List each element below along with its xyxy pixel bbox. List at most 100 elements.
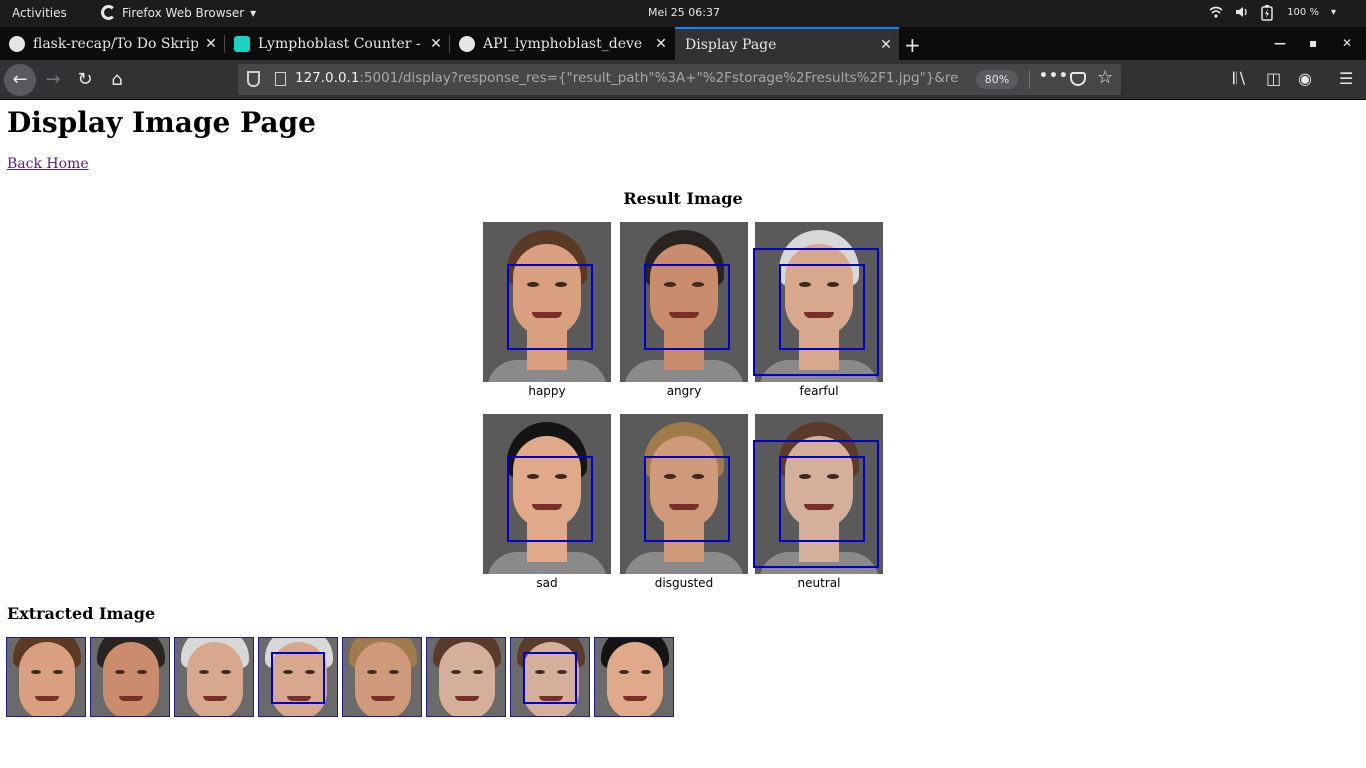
chevron-down-icon: ▾: [1330, 6, 1336, 18]
eye: [641, 670, 651, 674]
system-tray[interactable]: 100 % ▾: [1209, 5, 1336, 21]
face: [187, 642, 243, 716]
page-actions-menu-icon[interactable]: •••: [1039, 68, 1069, 84]
mouth: [35, 696, 59, 701]
reload-button[interactable]: ↻: [69, 64, 101, 96]
result-image-heading: Result Image: [623, 189, 743, 208]
eye: [367, 670, 377, 674]
extracted-face-fearful: [258, 637, 338, 717]
tab-display-page[interactable]: Display Page ✕: [675, 27, 899, 60]
face-bounding-box: [271, 652, 325, 704]
battery-icon: [1261, 5, 1275, 21]
zoom-indicator[interactable]: 80%: [976, 70, 1018, 89]
close-window-button[interactable]: ✕: [1342, 36, 1352, 50]
urlbar-divider: [1029, 70, 1030, 89]
close-tab-icon[interactable]: ✕: [198, 36, 224, 52]
face: [103, 642, 159, 716]
tracking-protection-icon[interactable]: [247, 71, 260, 87]
face-bounding-box: [644, 264, 730, 350]
mouth: [455, 696, 479, 701]
library-icon[interactable]: 𝄃∖: [1233, 69, 1247, 89]
chevron-down-icon: ▾: [250, 5, 257, 20]
activities-button[interactable]: Activities: [12, 6, 67, 20]
minimize-button[interactable]: —: [1274, 36, 1286, 50]
bookmark-star-icon[interactable]: ☆: [1097, 67, 1113, 88]
face: [19, 642, 75, 716]
face: [355, 642, 411, 716]
face-bounding-box: [753, 248, 879, 376]
eye: [619, 670, 629, 674]
eye: [389, 670, 399, 674]
eye: [31, 670, 41, 674]
eye: [221, 670, 231, 674]
eye: [53, 670, 63, 674]
hamburger-menu-icon[interactable]: ☰: [1339, 69, 1353, 88]
tab-lymphoblast-counter[interactable]: Lymphoblast Counter - ✕: [225, 27, 449, 60]
url-path: :5001/display?response_res={"result_path…: [359, 70, 959, 86]
mouth: [203, 696, 227, 701]
clock[interactable]: Mei 25 06:37: [648, 6, 720, 19]
emotion-label: fearful: [799, 384, 839, 398]
forward-button[interactable]: →: [37, 64, 69, 96]
tab-title: flask-recap/To Do Skrip: [33, 35, 198, 52]
extracted-face-fearful: [174, 637, 254, 717]
navigation-toolbar: ← → ↻ ⌂ 127.0.0.1:5001/display?response_…: [0, 60, 1366, 100]
extracted-faces-strip: [6, 637, 674, 717]
github-icon: [9, 35, 25, 52]
app-menu-label: Firefox Web Browser: [122, 5, 245, 20]
url-text[interactable]: 127.0.0.1:5001/display?response_res={"re…: [295, 70, 967, 86]
page-title: Display Image Page: [7, 106, 316, 139]
face-bounding-box: [753, 440, 879, 568]
face-bounding-box: [644, 456, 730, 542]
face: [439, 642, 495, 716]
maximize-button[interactable]: ▪: [1309, 36, 1317, 50]
github-icon: [459, 35, 475, 52]
face-bounding-box: [507, 264, 593, 350]
account-icon[interactable]: ◉: [1298, 69, 1312, 88]
tab-strip: flask-recap/To Do Skrip ✕ Lymphoblast Co…: [0, 27, 1366, 60]
eye: [137, 670, 147, 674]
tab-title: Lymphoblast Counter -: [258, 35, 421, 52]
firefox-icon: [101, 5, 116, 20]
result-image: happy angry fearful sad disgusted neutral: [483, 222, 883, 590]
pocket-icon[interactable]: [1070, 72, 1086, 86]
url-host: 127.0.0.1: [295, 70, 360, 86]
eye: [115, 670, 125, 674]
new-tab-button[interactable]: +: [904, 33, 921, 57]
emotion-label: angry: [666, 384, 702, 398]
eye: [451, 670, 461, 674]
home-button[interactable]: ⌂: [101, 64, 133, 96]
tab-title: Display Page: [685, 36, 777, 53]
tab-api-lymphoblast[interactable]: API_lymphoblast_deve ✕: [450, 27, 674, 60]
page-info-icon[interactable]: [275, 72, 286, 86]
face-bounding-box: [523, 652, 577, 704]
app-menu[interactable]: Firefox Web Browser ▾: [101, 5, 256, 20]
extracted-image-heading: Extracted Image: [7, 604, 156, 623]
extracted-face-neutral: [510, 637, 590, 717]
url-bar[interactable]: 127.0.0.1:5001/display?response_res={"re…: [238, 64, 1121, 95]
tab-flask-recap[interactable]: flask-recap/To Do Skrip ✕: [0, 27, 224, 60]
emotion-label: sad: [536, 576, 558, 590]
eye: [473, 670, 483, 674]
system-top-bar: Activities Firefox Web Browser ▾ Mei 25 …: [0, 0, 1366, 27]
close-tab-icon[interactable]: ✕: [648, 36, 674, 52]
mouth: [371, 696, 395, 701]
tab-title: API_lymphoblast_deve: [483, 35, 643, 52]
extracted-face-disgusted: [342, 637, 422, 717]
extracted-face-neutral: [426, 637, 506, 717]
volume-icon: [1235, 5, 1249, 19]
extracted-face-angry: [90, 637, 170, 717]
mouth: [623, 696, 647, 701]
sidebar-icon[interactable]: ◫: [1266, 69, 1281, 88]
close-tab-icon[interactable]: ✕: [423, 36, 449, 52]
face: [607, 642, 663, 716]
wifi-icon: [1209, 5, 1223, 19]
emotion-label: disgusted: [654, 576, 714, 590]
app-icon: [234, 35, 250, 52]
close-tab-icon[interactable]: ✕: [873, 37, 899, 53]
page-content: Display Image Page Back Home Result Imag…: [0, 101, 1366, 768]
emotion-label: neutral: [797, 576, 841, 590]
face-bounding-box: [507, 456, 593, 542]
back-home-link[interactable]: Back Home: [7, 156, 89, 172]
back-button[interactable]: ←: [4, 64, 36, 96]
